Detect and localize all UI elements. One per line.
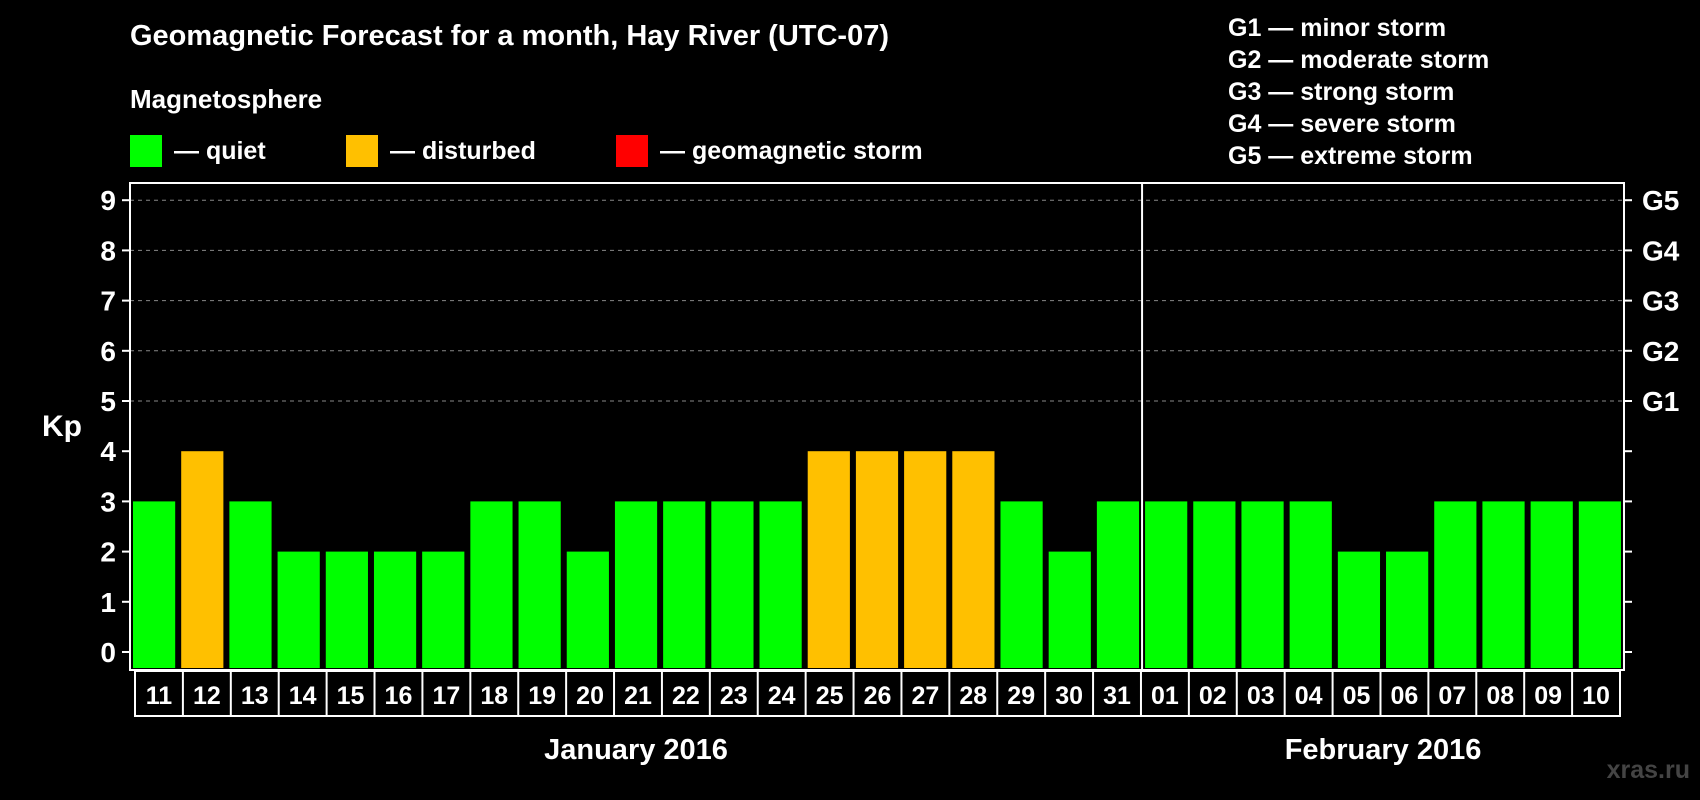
bar-03 [1241,501,1284,668]
g-scale-label-g1: G1 [1642,386,1679,417]
x-tick-label-25: 25 [816,682,844,710]
x-tick-label-07: 07 [1438,682,1466,710]
x-tick-label-03: 03 [1247,682,1275,710]
g-scale-label-g3: G3 [1642,286,1679,317]
x-tick-label-19: 19 [528,682,556,710]
g-scale-label-g5: G5 [1642,185,1679,216]
x-tick-label-02: 02 [1199,682,1227,710]
y-tick-label-4: 4 [100,436,116,467]
x-tick-label-06: 06 [1391,682,1419,710]
bar-09 [1530,501,1573,668]
y-tick-label-2: 2 [100,537,116,568]
bar-13 [229,501,272,668]
bar-19 [518,501,561,668]
x-tick-label-26: 26 [864,682,892,710]
y-tick-label-3: 3 [100,486,116,517]
x-tick-label-08: 08 [1486,682,1514,710]
y-tick-label-9: 9 [100,185,116,216]
bar-24 [759,501,802,668]
bar-29 [1000,501,1043,668]
x-tick-label-09: 09 [1534,682,1562,710]
x-tick-label-30: 30 [1055,682,1083,710]
bar-01 [1145,501,1188,668]
x-tick-label-05: 05 [1343,682,1371,710]
x-tick-label-01: 01 [1151,682,1179,710]
x-tick-label-17: 17 [432,682,460,710]
g-scale-label-g2: G2 [1642,336,1679,367]
bar-12 [181,451,224,668]
bar-07 [1434,501,1477,668]
bar-28 [952,451,995,668]
x-tick-label-04: 04 [1295,682,1323,710]
bar-08 [1482,501,1525,668]
bar-31 [1096,501,1140,668]
bar-06 [1386,551,1429,668]
bar-25 [807,451,850,668]
x-tick-label-24: 24 [768,682,796,710]
x-tick-label-23: 23 [720,682,748,710]
x-tick-label-31: 31 [1103,682,1131,710]
bar-30 [1048,551,1091,668]
bar-20 [566,551,609,668]
bar-21 [614,501,658,668]
kp-chart: 0123456789G1G2G3G4G511 12 13 14 15 16 17 18 19 20… [100,182,1680,717]
x-tick-label-11: 11 [146,682,173,710]
y-tick-label-8: 8 [100,235,116,266]
bar-10 [1578,501,1621,668]
y-tick-label-5: 5 [100,386,116,417]
y-tick-label-6: 6 [100,336,116,367]
x-tick-label-27: 27 [911,682,939,710]
bar-17 [422,551,465,668]
bar-16 [373,551,417,668]
x-tick-label-22: 22 [672,682,700,710]
bar-11 [133,501,176,668]
bar-23 [711,501,754,668]
bar-14 [277,551,320,668]
bar-02 [1193,501,1236,668]
watermark: xras.ru [1606,756,1690,784]
bar-18 [470,501,513,668]
y-tick-label-1: 1 [100,587,116,618]
g-scale-label-g4: G4 [1642,235,1680,266]
x-tick-label-21: 21 [624,682,652,710]
x-tick-label-10: 10 [1582,682,1610,710]
x-tick-label-15: 15 [337,682,365,710]
bar-26 [855,451,899,668]
bar-27 [904,451,947,668]
y-tick-label-7: 7 [100,286,116,317]
x-tick-label-18: 18 [480,682,508,710]
x-tick-label-28: 28 [959,682,987,710]
x-tick-label-13: 13 [241,682,269,710]
bar-04 [1289,501,1332,668]
x-tick-label-16: 16 [385,682,413,710]
bar-05 [1337,551,1381,668]
month-label-january: January 2016 [544,734,728,766]
x-tick-label-12: 12 [193,682,221,710]
x-tick-label-14: 14 [289,682,317,710]
x-tick-label-20: 20 [576,682,604,710]
y-tick-label-0: 0 [100,637,116,668]
bar-15 [325,551,368,668]
x-tick-label-29: 29 [1007,682,1035,710]
month-label-february: February 2016 [1284,734,1482,766]
bar-22 [663,501,706,668]
